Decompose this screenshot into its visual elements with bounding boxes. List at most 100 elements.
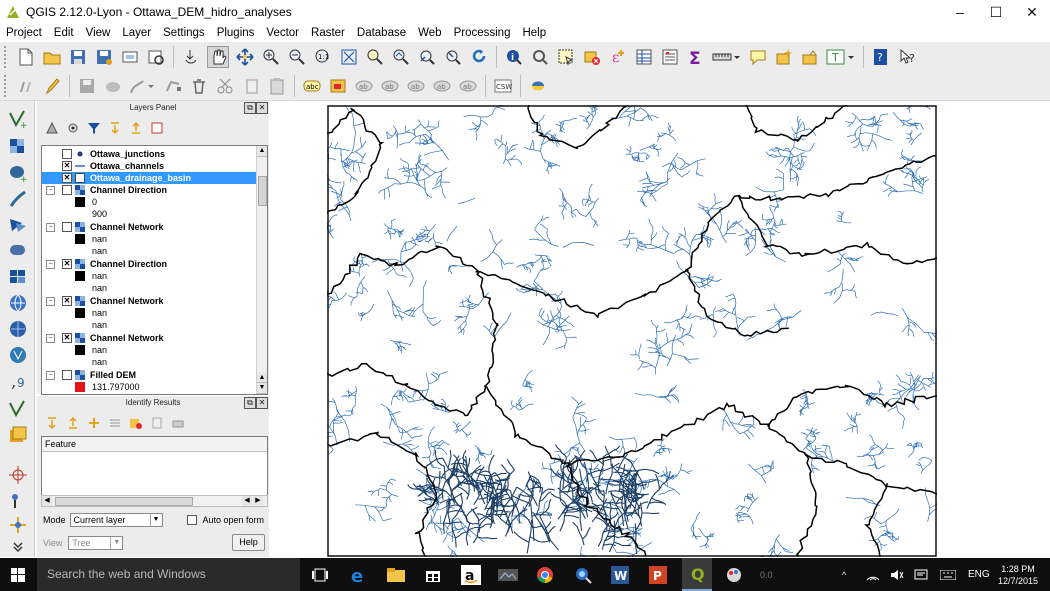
show-hide-labels-icon[interactable]: ab: [380, 76, 400, 96]
layer-visibility-checkbox[interactable]: ✕: [62, 259, 72, 269]
expand-tree-icon[interactable]: [45, 416, 59, 430]
amazon-icon[interactable]: a: [458, 558, 484, 591]
text-annotation-icon[interactable]: T: [826, 47, 856, 67]
zoom-in-icon[interactable]: [261, 47, 281, 67]
taskbar-search-box[interactable]: Search the web and Windows: [37, 558, 300, 591]
clear-results-icon[interactable]: [108, 416, 122, 430]
expand-new-icon[interactable]: [87, 416, 101, 430]
add-mssql-layer-icon[interactable]: [8, 215, 28, 235]
expand-all-icon[interactable]: [108, 121, 122, 135]
collapse-toggle[interactable]: −: [46, 186, 55, 195]
layer-visibility-checkbox[interactable]: ✕: [62, 333, 72, 343]
identify-features-icon[interactable]: i: [504, 47, 524, 67]
keyboard-icon[interactable]: [940, 558, 956, 591]
add-oracle-layer-icon[interactable]: [8, 241, 28, 261]
menu-raster[interactable]: Raster: [305, 27, 351, 39]
scroll-thumb[interactable]: [258, 176, 267, 206]
current-edits-icon[interactable]: [16, 76, 36, 96]
show-bookmarks-icon[interactable]: [800, 47, 820, 67]
print-results-icon[interactable]: [171, 416, 185, 430]
add-delimited-text-icon[interactable]: ,9: [8, 371, 28, 391]
notifications-icon[interactable]: [914, 558, 928, 591]
auto-open-form-checkbox[interactable]: [186, 515, 197, 525]
close-panel-button[interactable]: ✕: [256, 397, 268, 409]
chrome-icon[interactable]: [532, 558, 558, 591]
add-spatialite-layer-icon[interactable]: [8, 189, 28, 209]
layer-visibility-checkbox[interactable]: ✕: [62, 161, 72, 171]
layer-tree-scrollbar[interactable]: ▲ ▲ ▼: [256, 146, 267, 394]
mode-select[interactable]: Current layer ▼: [69, 513, 163, 527]
float-panel-button[interactable]: ⧉: [244, 102, 256, 114]
clock[interactable]: 1:28 PM 12/7/2015: [998, 558, 1038, 591]
menu-database[interactable]: Database: [351, 27, 412, 39]
layer-item-junctions[interactable]: Ottawa_junctions: [42, 148, 257, 160]
field-calculator-icon[interactable]: ε: [608, 47, 628, 67]
add-raster-layer-icon[interactable]: [8, 137, 28, 157]
menu-project[interactable]: Project: [0, 27, 48, 39]
menu-vector[interactable]: Vector: [260, 27, 305, 39]
save-edits-icon[interactable]: [77, 76, 97, 96]
add-db2-layer-icon[interactable]: [8, 267, 28, 287]
paint-app-icon[interactable]: [720, 558, 748, 591]
select-features-icon[interactable]: [556, 47, 576, 67]
task-view-icon[interactable]: [308, 558, 332, 591]
minimize-button[interactable]: –: [942, 0, 978, 24]
run-feature-action-icon[interactable]: [530, 47, 550, 67]
more-tools-chevron-icon[interactable]: [8, 541, 28, 553]
store-icon[interactable]: [420, 558, 446, 591]
powerpoint-icon[interactable]: P: [645, 558, 671, 591]
word-icon[interactable]: W: [607, 558, 633, 591]
menu-layer[interactable]: Layer: [116, 27, 157, 39]
float-panel-button[interactable]: ⧉: [244, 397, 256, 409]
zoom-next-icon[interactable]: [443, 47, 463, 67]
file-explorer-icon[interactable]: [383, 558, 409, 591]
statistical-summary-icon[interactable]: [660, 47, 680, 67]
layer-item-filled-dem[interactable]: − Filled DEM: [42, 369, 257, 381]
zoom-last-icon[interactable]: [417, 47, 437, 67]
collapse-toggle[interactable]: −: [46, 371, 55, 380]
help-contents-icon[interactable]: ?: [871, 47, 891, 67]
label-tool-icon[interactable]: abc: [302, 76, 322, 96]
measure-line-icon[interactable]: [712, 47, 742, 67]
menu-web[interactable]: Web: [412, 27, 447, 39]
pin-labels-icon[interactable]: ab: [354, 76, 374, 96]
layer-visibility-checkbox[interactable]: [62, 149, 72, 159]
menu-help[interactable]: Help: [516, 27, 552, 39]
map-tips-icon[interactable]: [748, 47, 768, 67]
toolbar-handle[interactable]: [4, 75, 10, 97]
touch-zoom-icon[interactable]: [181, 47, 201, 67]
layer-item-channels[interactable]: ✕ Ottawa_channels: [42, 160, 257, 172]
zoom-native-icon[interactable]: 1:1: [313, 47, 333, 67]
map-canvas[interactable]: [272, 101, 1050, 557]
delete-selected-icon[interactable]: [189, 76, 209, 96]
styling-icon[interactable]: [45, 121, 59, 135]
scroll-up-arrow-icon[interactable]: ▲: [257, 373, 267, 383]
new-spatialite-layer-icon[interactable]: [8, 425, 28, 445]
open-project-icon[interactable]: [42, 47, 62, 67]
show-hidden-icons-icon[interactable]: ^: [842, 558, 846, 591]
edge-browser-icon[interactable]: e: [346, 558, 372, 591]
menu-plugins[interactable]: Plugins: [211, 27, 261, 39]
copy-features-icon[interactable]: [241, 76, 261, 96]
maximize-button[interactable]: ☐: [978, 0, 1014, 24]
menu-view[interactable]: View: [80, 27, 117, 39]
qgis-taskbar-icon[interactable]: Q: [682, 558, 712, 591]
save-project-icon[interactable]: [68, 47, 88, 67]
attribute-table-icon[interactable]: [634, 47, 654, 67]
scroll-thumb[interactable]: [55, 497, 193, 506]
rotate-label-icon[interactable]: ab: [432, 76, 452, 96]
print-composer-icon[interactable]: [120, 47, 140, 67]
layer-item-channel-direction[interactable]: − ✕ Channel Direction: [42, 258, 257, 270]
layer-item-channel-network[interactable]: − ✕ Channel Network: [42, 332, 257, 344]
composer-manager-icon[interactable]: [146, 47, 166, 67]
collapse-toggle[interactable]: −: [46, 223, 55, 232]
collapse-tree-icon[interactable]: [66, 416, 80, 430]
zoom-to-selection-icon[interactable]: [365, 47, 385, 67]
layer-item-drainage-basin[interactable]: ✕ Ottawa_drainage_basin: [42, 172, 257, 184]
copy-feature-icon[interactable]: [150, 416, 164, 430]
add-wcs-layer-icon[interactable]: [8, 319, 28, 339]
new-project-icon[interactable]: [16, 47, 36, 67]
python-console-icon[interactable]: [528, 76, 548, 96]
layer-item-channel-network[interactable]: − Channel Network: [42, 221, 257, 233]
language-indicator[interactable]: ENG: [968, 558, 990, 591]
